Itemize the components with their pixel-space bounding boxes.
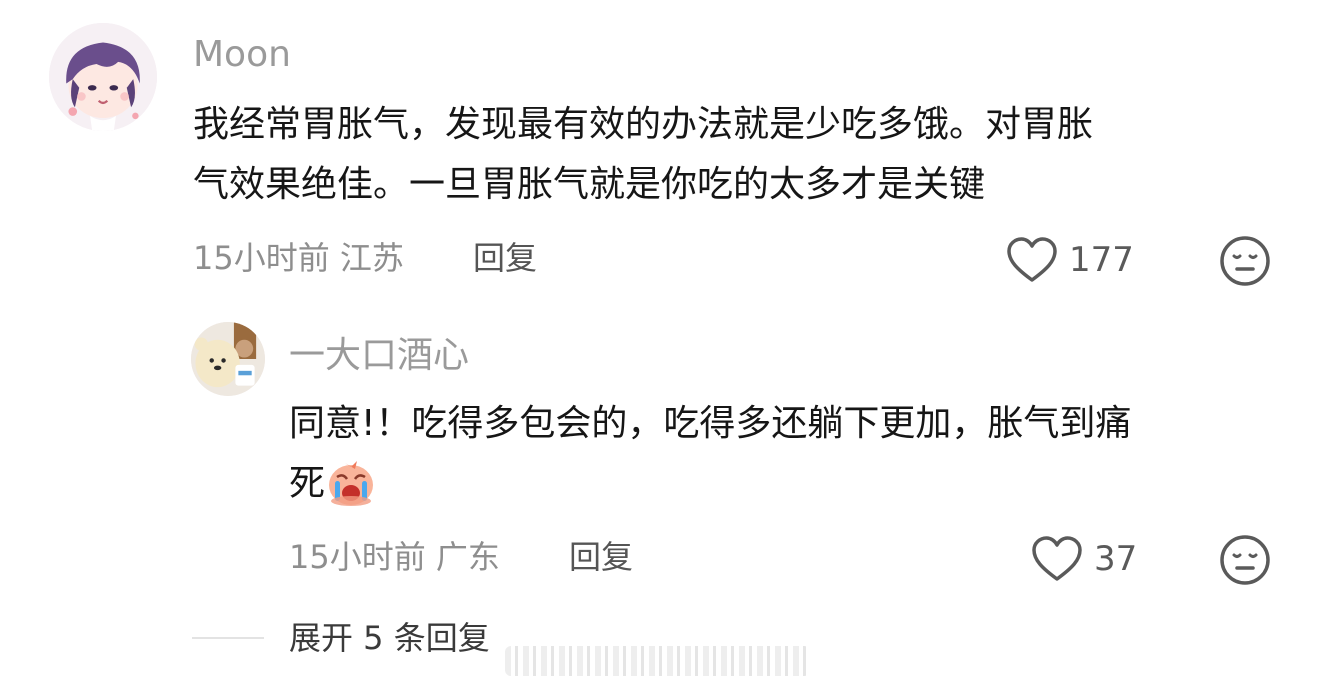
expand-replies-button[interactable]: 展开 5 条回复 xyxy=(289,622,490,654)
dislike-button[interactable] xyxy=(1219,534,1271,590)
comment-meta: 15小时前 广东 xyxy=(289,541,500,573)
comment-text-line: 气效果绝佳。一旦胃胀气就是你吃的太多才是关键 xyxy=(193,164,986,205)
like-count: 37 xyxy=(1094,539,1138,579)
expand-divider xyxy=(192,637,264,639)
comment-time: 15小时前 xyxy=(193,239,330,277)
comment-text-line: 我经常胃胀气，发现最有效的办法就是少吃多饿。对胃胀 xyxy=(193,104,1094,145)
comment-text-line: 同意!！吃得多包会的，吃得多还躺下更加，胀气到痛 xyxy=(289,403,1132,444)
comment-time: 15小时前 xyxy=(289,538,426,576)
dislike-button[interactable] xyxy=(1219,235,1271,291)
comment-username[interactable]: 一大口酒心 xyxy=(289,338,469,374)
like-count: 177 xyxy=(1069,240,1134,280)
avatar[interactable] xyxy=(191,322,265,396)
anime-avatar-icon xyxy=(49,23,157,131)
neutral-face-icon xyxy=(1220,535,1270,585)
comment-text-fragment: 死 xyxy=(289,463,326,504)
like-button[interactable]: 177 xyxy=(1005,236,1134,284)
comment-username[interactable]: Moon xyxy=(193,37,291,73)
comment-meta: 15小时前 江苏 xyxy=(193,242,404,274)
comment-text: 同意!！吃得多包会的，吃得多还躺下更加，胀气到痛 死 xyxy=(289,394,1131,514)
comment-text: 我经常胃胀气，发现最有效的办法就是少吃多饿。对胃胀 气效果绝佳。一旦胃胀气就是你… xyxy=(193,95,1093,215)
bear-doll-avatar-icon xyxy=(191,322,265,396)
watermark xyxy=(505,646,810,676)
comment-location: 广东 xyxy=(435,538,500,576)
reply-button[interactable]: 回复 xyxy=(473,242,537,274)
reply-button[interactable]: 回复 xyxy=(569,541,633,573)
heart-outline-icon xyxy=(1032,536,1082,581)
like-button[interactable]: 37 xyxy=(1030,535,1137,583)
avatar[interactable] xyxy=(49,23,157,131)
heart-outline-icon xyxy=(1007,237,1057,282)
comment-text-line-2: 死 xyxy=(289,454,1131,514)
neutral-face-icon xyxy=(1220,236,1270,286)
comment-location: 江苏 xyxy=(339,239,404,277)
crying-emoji-icon xyxy=(325,455,377,507)
